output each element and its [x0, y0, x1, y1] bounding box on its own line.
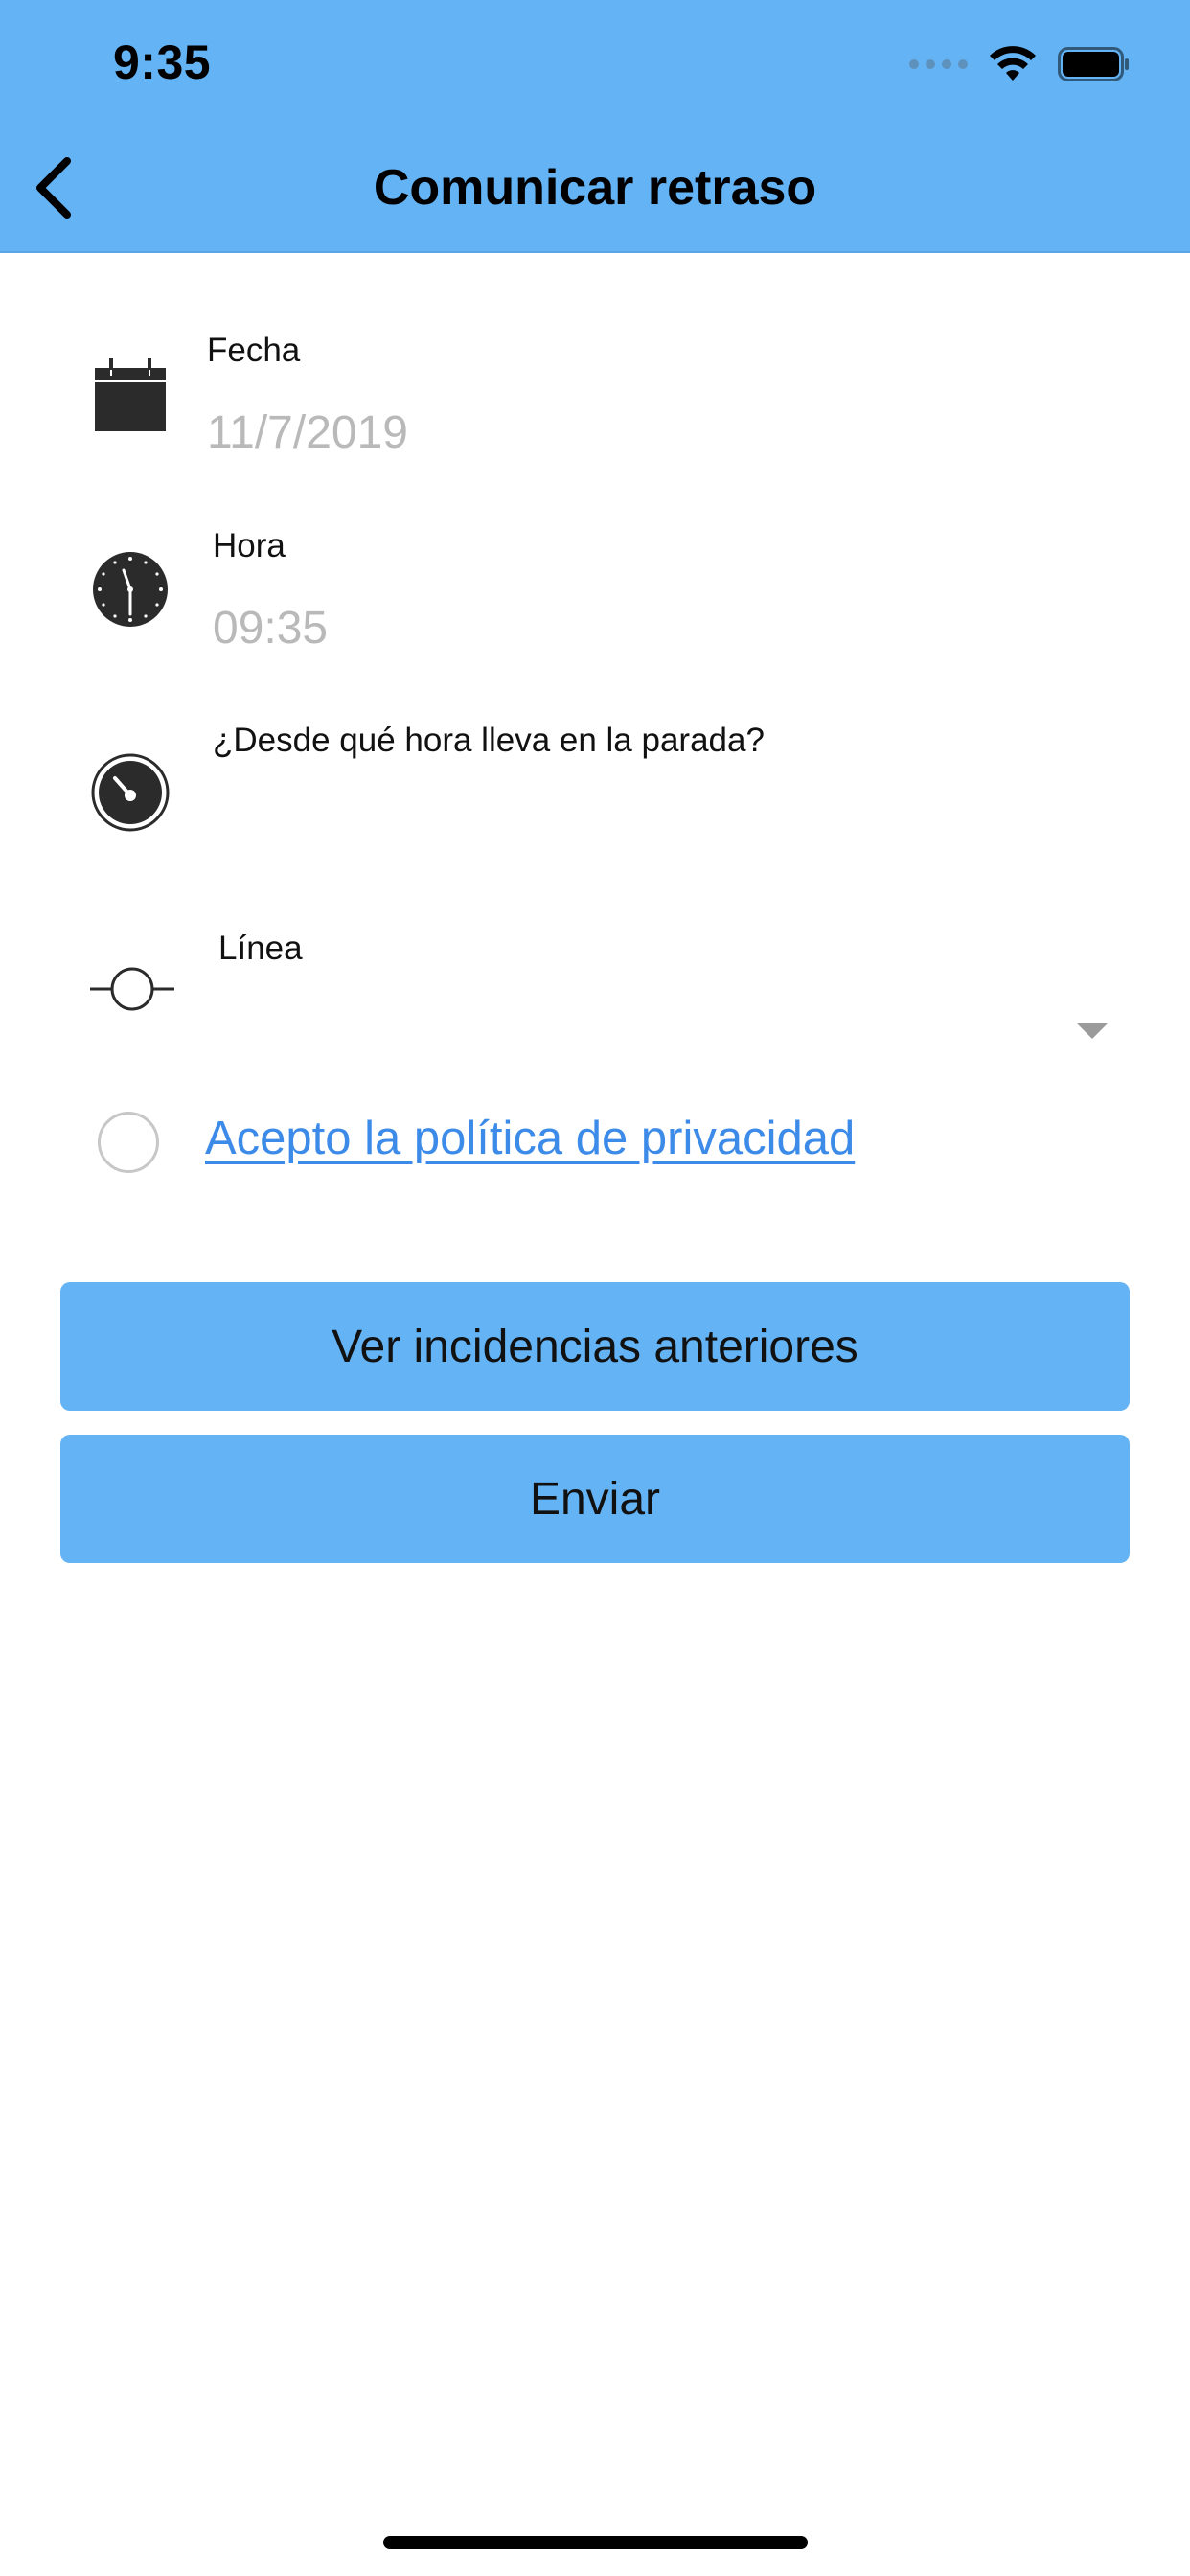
fecha-row[interactable]: Fecha 11/7/2019: [0, 316, 1190, 489]
chevron-down-icon[interactable]: [1077, 1024, 1108, 1039]
status-icons: [909, 42, 1131, 86]
line-stop-icon: [90, 949, 174, 1029]
hora-label: Hora: [213, 527, 286, 564]
wifi-icon: [990, 46, 1036, 80]
screen: 9:35 Comunicar retraso Fecha 11/7/2019 H…: [0, 0, 1190, 2576]
privacy-radio[interactable]: [98, 1112, 159, 1173]
desde-row[interactable]: ¿Desde qué hora lleva en la parada?: [0, 714, 1190, 896]
fecha-label: Fecha: [207, 332, 301, 369]
page-title: Comunicar retraso: [373, 160, 817, 216]
clock-icon: [90, 549, 171, 630]
top-bar: 9:35 Comunicar retraso: [0, 0, 1190, 253]
linea-row[interactable]: Línea: [0, 920, 1190, 1064]
desde-label: ¿Desde qué hora lleva en la parada?: [213, 722, 765, 759]
calendar-icon: [90, 355, 171, 435]
hora-row[interactable]: Hora 09:35: [0, 518, 1190, 690]
battery-icon: [1058, 47, 1129, 81]
linea-select[interactable]: [218, 978, 1119, 1045]
home-indicator: [383, 2536, 808, 2549]
previous-incidents-button[interactable]: Ver incidencias anteriores: [60, 1282, 1130, 1411]
signal-icon: [909, 59, 968, 69]
hora-value[interactable]: 09:35: [213, 602, 328, 655]
send-button[interactable]: Enviar: [60, 1435, 1130, 1563]
linea-label: Línea: [218, 930, 303, 967]
fecha-value[interactable]: 11/7/2019: [207, 406, 408, 459]
status-time: 9:35: [113, 35, 212, 89]
timer-icon: [90, 752, 171, 833]
privacy-policy-link[interactable]: Acepto la política de privacidad: [205, 1112, 855, 1165]
desde-value[interactable]: [213, 791, 1171, 858]
